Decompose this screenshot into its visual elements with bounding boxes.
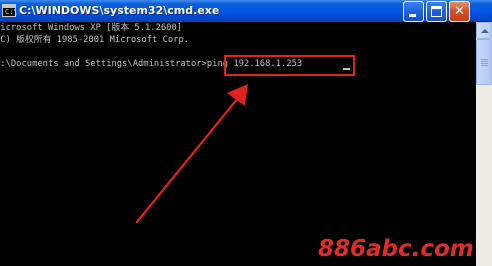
arrow-shaft [135, 96, 240, 224]
scroll-up-arrow-icon [481, 29, 489, 33]
vertical-scrollbar[interactable] [476, 22, 492, 266]
pointer-arrow [135, 84, 248, 224]
thumb-grip-line [481, 65, 488, 66]
thumb-grip-line [481, 61, 488, 62]
scroll-up-button[interactable] [476, 22, 492, 39]
thumb-grip-line [481, 59, 488, 60]
scroll-thumb[interactable] [476, 39, 492, 85]
thumb-grip-line [481, 63, 488, 64]
site-watermark: 886abc.com [318, 236, 474, 262]
arrow-head-icon [227, 84, 248, 106]
